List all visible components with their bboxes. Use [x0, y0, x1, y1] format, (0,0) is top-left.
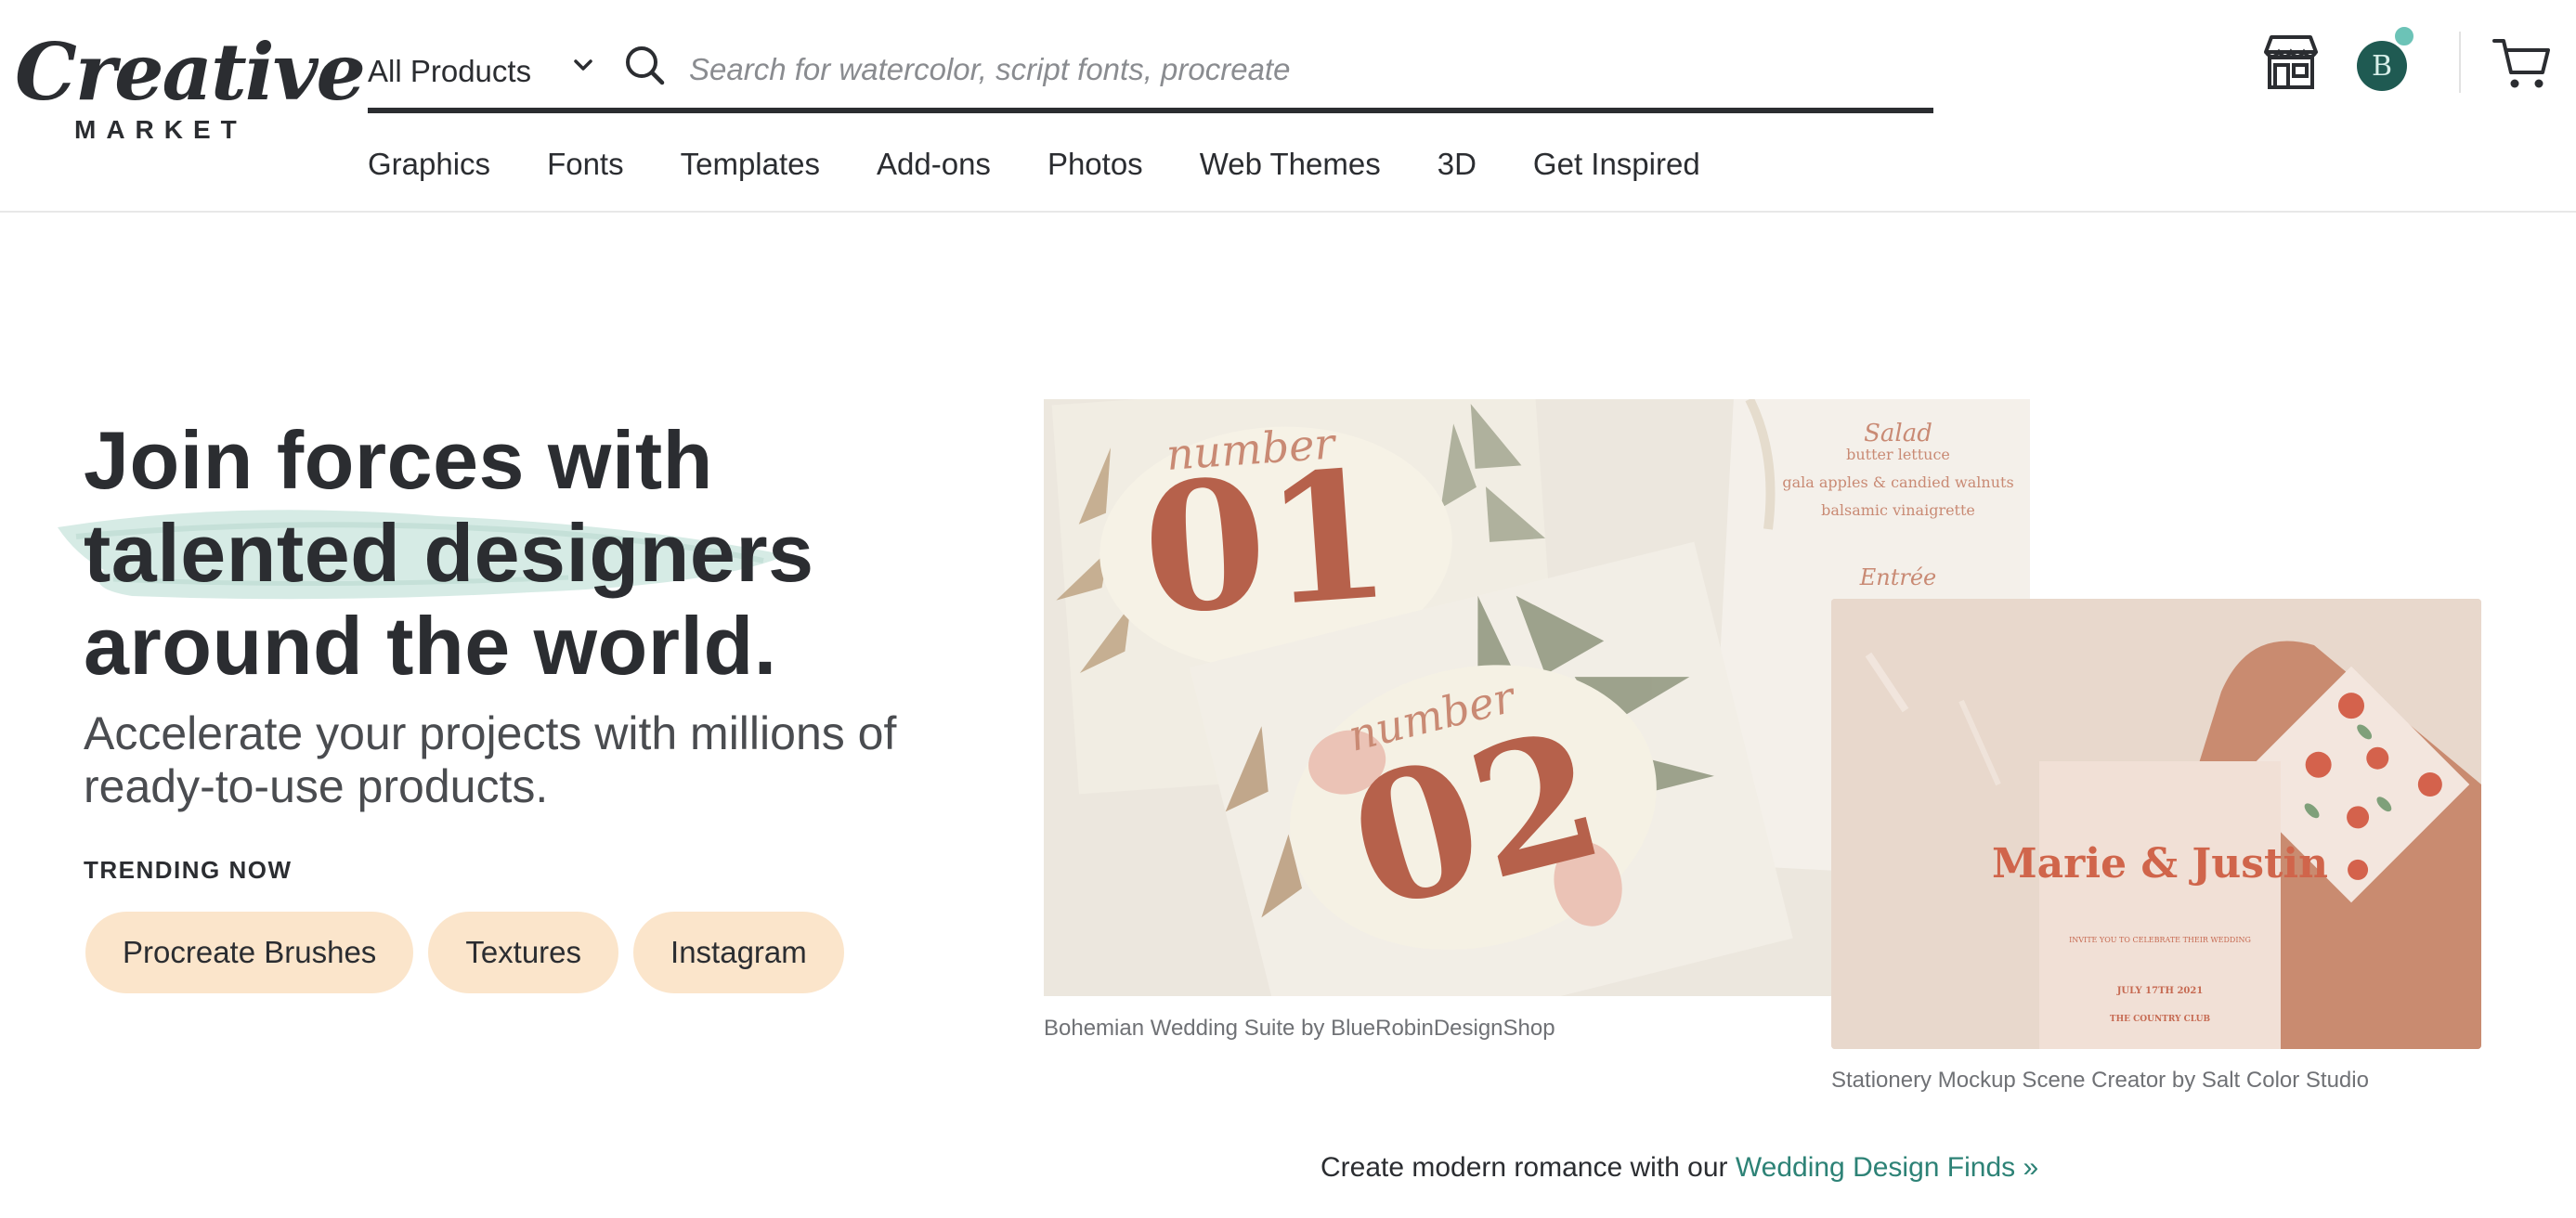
wedding-design-finds-link[interactable]: Wedding Design Finds »	[1736, 1152, 2038, 1183]
trending-chip-textures[interactable]: Textures	[428, 912, 619, 993]
image-caption[interactable]: Stationery Mockup Scene Creator by Salt …	[1831, 1068, 2369, 1094]
trending-chip-procreate-brushes[interactable]: Procreate Brushes	[85, 912, 414, 993]
menu-line: balsamic vinaigrette	[1821, 501, 1975, 519]
menu-line: gala apples & candied walnuts	[1782, 473, 2013, 491]
hero-subtitle: Accelerate your projects with millions o…	[84, 707, 897, 812]
category-nav: Graphics Fonts Templates Add-ons Photos …	[368, 147, 1757, 199]
logo-market: MARKET	[74, 115, 247, 144]
trending-label: TRENDING NOW	[84, 856, 293, 884]
avatar[interactable]: B	[2357, 41, 2407, 91]
notification-dot	[2392, 24, 2416, 48]
nav-item-3d[interactable]: 3D	[1438, 147, 1477, 199]
product-category-label: All Products	[368, 54, 532, 88]
menu-line: Entrée	[1859, 564, 1937, 590]
header-divider	[2459, 32, 2461, 93]
promo-text: Create modern romance with our	[1321, 1152, 1736, 1183]
search-bar: All Products	[368, 35, 1933, 113]
hero-title-line: around the world.	[84, 600, 777, 692]
menu-line: butter lettuce	[1846, 446, 1950, 463]
shop-icon[interactable]	[2264, 33, 2318, 91]
nav-item-templates[interactable]: Templates	[681, 147, 820, 199]
nav-item-web-themes[interactable]: Web Themes	[1200, 147, 1381, 199]
image-caption[interactable]: Bohemian Wedding Suite by BlueRobinDesig…	[1044, 1016, 1555, 1042]
site-header: Creative MARKET All Products B Graphics …	[0, 0, 2576, 213]
search-icon[interactable]	[624, 45, 665, 85]
avatar-initial: B	[2371, 49, 2393, 83]
invite-line: JULY 17TH 2021	[2116, 986, 2204, 996]
stationery-mockup-illustration: Marie & Justin INVITE YOU TO CELEBRATE T…	[1831, 599, 2481, 1049]
nav-item-graphics[interactable]: Graphics	[368, 147, 490, 199]
logo-script: Creative	[15, 26, 366, 118]
nav-item-get-inspired[interactable]: Get Inspired	[1533, 147, 1700, 199]
cart-icon[interactable]	[2492, 35, 2552, 91]
chevron-down-icon[interactable]	[570, 52, 596, 78]
invite-names: Marie & Justin	[1992, 840, 2328, 888]
hero-title-line: talented designers	[84, 507, 814, 599]
invite-line: THE COUNTRY CLUB	[2110, 1015, 2211, 1024]
invite-line: INVITE YOU TO CELEBRATE THEIR WEDDING	[2069, 936, 2251, 944]
nav-item-fonts[interactable]: Fonts	[547, 147, 624, 199]
promo-line: Create modern romance with our Wedding D…	[1321, 1152, 2038, 1184]
stationery-mockup-image[interactable]: Marie & Justin INVITE YOU TO CELEBRATE T…	[1831, 599, 2481, 1049]
nav-item-add-ons[interactable]: Add-ons	[877, 147, 991, 199]
hero-title: Join forces with talented designers arou…	[84, 414, 919, 693]
trending-chips: Procreate Brushes Textures Instagram	[85, 912, 844, 993]
search-input[interactable]	[689, 46, 1896, 93]
card-number: 01	[1137, 431, 1396, 654]
nav-item-photos[interactable]: Photos	[1047, 147, 1143, 199]
hero-title-line: Join forces with	[84, 414, 713, 506]
creative-market-logo[interactable]: Creative MARKET	[15, 33, 366, 145]
product-category-select[interactable]: All Products	[368, 48, 531, 95]
menu-line: Salad	[1864, 420, 1932, 447]
trending-chip-instagram[interactable]: Instagram	[633, 912, 844, 993]
